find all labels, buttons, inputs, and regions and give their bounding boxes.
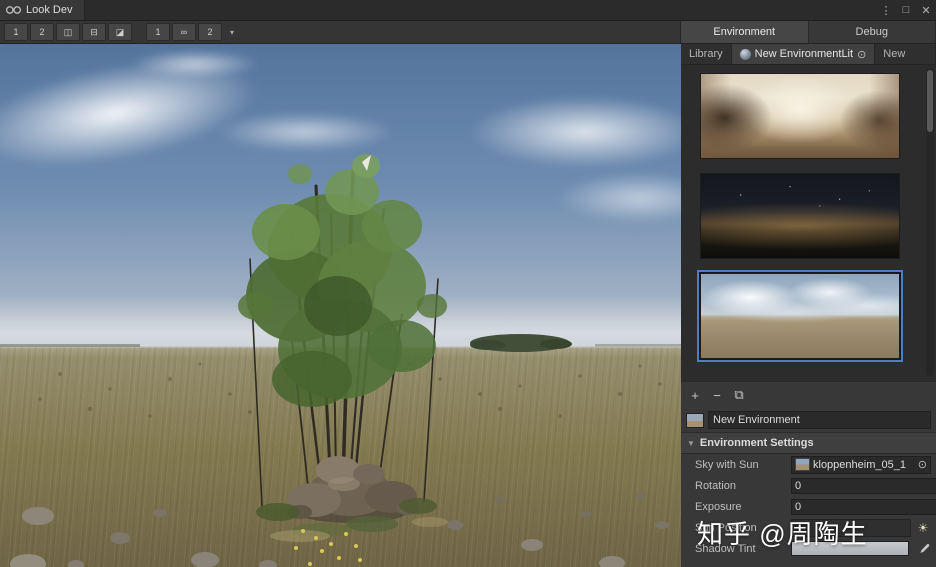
environment-name-input[interactable] [708, 411, 931, 429]
exposure-label: Exposure [695, 500, 742, 513]
tab-new-label: New [883, 48, 906, 60]
sun-position-label: Sun Position [695, 521, 757, 534]
field-row-sun-position: Sun Position ☀ [681, 517, 936, 538]
settings-header-label: Environment Settings [699, 437, 814, 449]
lookdev-window: Look Dev ⋮ □ ✕ 1 2 ◫ ⊟ ◪ 1 ∞ 2 ▾ Environ… [0, 0, 936, 567]
tab-debug[interactable]: Debug [808, 21, 936, 43]
camera-1-button[interactable]: 1 [146, 23, 170, 41]
field-row-exposure: Exposure [681, 496, 936, 517]
env-thumb-cloudy-grassland[interactable] [700, 273, 900, 359]
rotation-label: Rotation [695, 479, 736, 492]
camera-dropdown-button[interactable]: ▾ [224, 24, 240, 40]
titlebar-spacer [85, 0, 876, 20]
add-environment-button[interactable]: + [686, 386, 704, 404]
lookdev-goggles-icon [6, 6, 21, 14]
layout-single-2-button[interactable]: 2 [30, 23, 54, 41]
tab-library-label: Library [689, 48, 723, 60]
title-bar: Look Dev ⋮ □ ✕ [0, 0, 936, 21]
object-picker-icon[interactable]: ⊙ [918, 458, 927, 471]
sky-texture-name: kloppenheim_05_1 [813, 458, 906, 471]
field-row-shadow-tint: Shadow Tint [681, 538, 936, 559]
layout-split-diagonal-button[interactable]: ◪ [108, 23, 132, 41]
toolbar-row: 1 2 ◫ ⊟ ◪ 1 ∞ 2 ▾ Environment Debug [0, 21, 936, 44]
remove-environment-button[interactable]: − [708, 386, 726, 404]
close-button[interactable]: ✕ [916, 0, 936, 20]
env-thumb-night-sky[interactable] [700, 173, 900, 259]
environment-name-row [681, 408, 936, 432]
menu-kebab-button[interactable]: ⋮ [876, 0, 896, 20]
tab-current-environment[interactable]: New EnvironmentLit ⊙ [731, 44, 876, 64]
tab-current-label: New EnvironmentLit [754, 48, 854, 60]
rotation-input[interactable] [791, 477, 936, 494]
cubemap-texture-icon [795, 458, 810, 471]
target-picker-icon[interactable]: ⊙ [857, 48, 866, 61]
field-row-sky-with-sun: Sky with Sun kloppenheim_05_1 ⊙ [681, 454, 936, 475]
exposure-input[interactable] [791, 498, 936, 515]
panel-tabs: Environment Debug [681, 21, 936, 43]
environment-list [681, 65, 936, 381]
tab-library[interactable]: Library [681, 44, 732, 64]
scene-svg [0, 154, 681, 567]
sky-with-sun-object-field[interactable]: kloppenheim_05_1 ⊙ [791, 455, 931, 474]
list-toolbar: + − ⧉ [681, 381, 936, 408]
lookdev-tab[interactable]: Look Dev [0, 0, 86, 20]
viewport-toolbar: 1 2 ◫ ⊟ ◪ 1 ∞ 2 ▾ [0, 21, 681, 43]
layout-split-horizontal-button[interactable]: ⊟ [82, 23, 106, 41]
lookdev-tab-label: Look Dev [26, 4, 73, 16]
tab-environment[interactable]: Environment [681, 21, 809, 43]
eyedropper-icon[interactable] [917, 543, 931, 555]
foldout-arrow-icon: ▼ [687, 438, 695, 448]
sky-with-sun-label: Sky with Sun [695, 458, 759, 471]
list-scrollbar[interactable] [926, 68, 934, 376]
list-scrollbar-thumb[interactable] [927, 70, 933, 132]
sun-position-field[interactable] [791, 518, 911, 537]
duplicate-environment-button[interactable]: ⧉ [730, 386, 748, 404]
layout-split-vertical-button[interactable]: ◫ [56, 23, 80, 41]
main-area: Library New EnvironmentLit ⊙ New + − ⧉ N… [0, 44, 936, 567]
environment-settings-foldout[interactable]: ▼ Environment Settings [681, 432, 936, 454]
environment-panel: Library New EnvironmentLit ⊙ New + − ⧉ N… [681, 44, 936, 567]
layout-single-1-button[interactable]: 1 [4, 23, 28, 41]
tree-foliage [238, 154, 447, 407]
rock-cluster [287, 456, 419, 523]
maximize-button[interactable]: □ [896, 0, 916, 20]
link-cameras-icon[interactable]: ∞ [172, 23, 196, 41]
shadow-tint-color-swatch[interactable] [791, 541, 909, 556]
environment-subtabs: Library New EnvironmentLit ⊙ New [681, 44, 936, 65]
field-row-rotation: Rotation [681, 475, 936, 496]
viewport[interactable] [0, 44, 681, 567]
environment-thumbnail-icon [686, 412, 704, 428]
shadow-tint-label: Shadow Tint [695, 542, 756, 555]
environment-sphere-icon [739, 48, 751, 60]
tab-new[interactable]: New [875, 44, 936, 64]
camera-2-button[interactable]: 2 [198, 23, 222, 41]
sun-icon-button[interactable]: ☀ [915, 521, 931, 535]
env-thumb-interior-room[interactable] [700, 73, 900, 159]
